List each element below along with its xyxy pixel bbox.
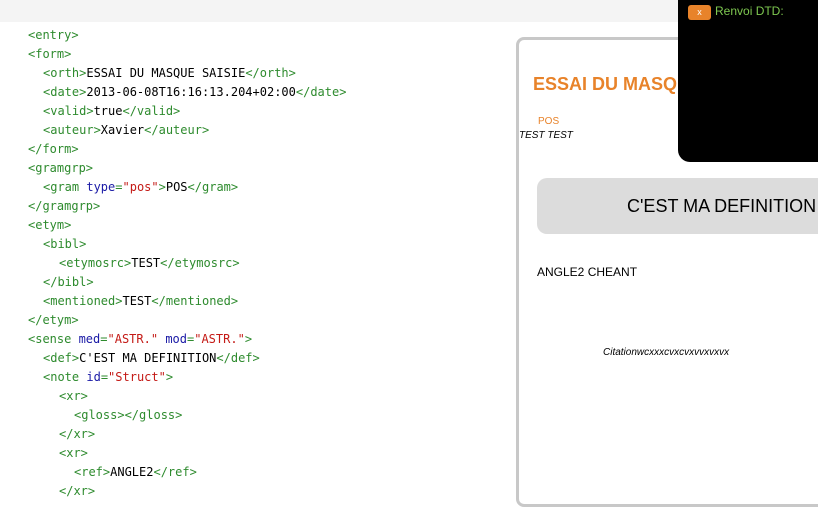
code-line: <gloss></gloss> [74, 408, 183, 422]
code-line: <gramgrp> [28, 161, 94, 175]
code-line: <ref>ANGLE2</ref> [74, 465, 197, 479]
code-line: <orth>ESSAI DU MASQUE SAISIE</orth> [43, 66, 296, 80]
code-line: </gramgrp> [28, 199, 101, 213]
code-line: <sense med="ASTR." mod="ASTR."> [28, 332, 253, 346]
xml-source-view[interactable]: <entry> <form> <orth>ESSAI DU MASQUE SAI… [0, 22, 512, 499]
code-line: <xr> [59, 389, 88, 403]
code-line: <etym> [28, 218, 72, 232]
code-line: <note id="Struct"> [43, 370, 174, 384]
code-line: <gram type="pos">POS</gram> [43, 180, 239, 194]
code-line: <date>2013-06-08T16:16:13.204+02:00</dat… [43, 85, 347, 99]
code-line: </xr> [59, 427, 96, 441]
code-line: </xr> [59, 484, 96, 498]
code-line: <mentioned>TEST</mentioned> [43, 294, 239, 308]
code-line: <entry> [28, 28, 79, 42]
close-button[interactable]: x [688, 5, 711, 20]
dtd-label: Renvoi DTD: [715, 4, 784, 18]
dtd-popup: x Renvoi DTD: [678, 0, 818, 162]
preview-citation: Citationwcxxxcvxcvxvvxvxvx [603, 347, 730, 358]
definition-box: C'EST MA DEFINITION [537, 178, 818, 234]
preview-pos: POS [538, 116, 560, 127]
code-line: <auteur>Xavier</auteur> [43, 123, 210, 137]
code-line: </form> [28, 142, 79, 156]
definition-text: C'EST MA DEFINITION [627, 196, 817, 216]
code-line: <valid>true</valid> [43, 104, 181, 118]
code-line: </etym> [28, 313, 79, 327]
preview-angle: ANGLE2 CHEANT [537, 265, 638, 279]
preview-test: TEST TEST [519, 130, 573, 141]
code-line: <etymosrc>TEST</etymosrc> [59, 256, 240, 270]
code-line: <def>C'EST MA DEFINITION</def> [43, 351, 260, 365]
code-line: <bibl> [43, 237, 87, 251]
code-line: <xr> [59, 446, 88, 460]
code-line: <form> [28, 47, 72, 61]
code-line: </bibl> [43, 275, 94, 289]
